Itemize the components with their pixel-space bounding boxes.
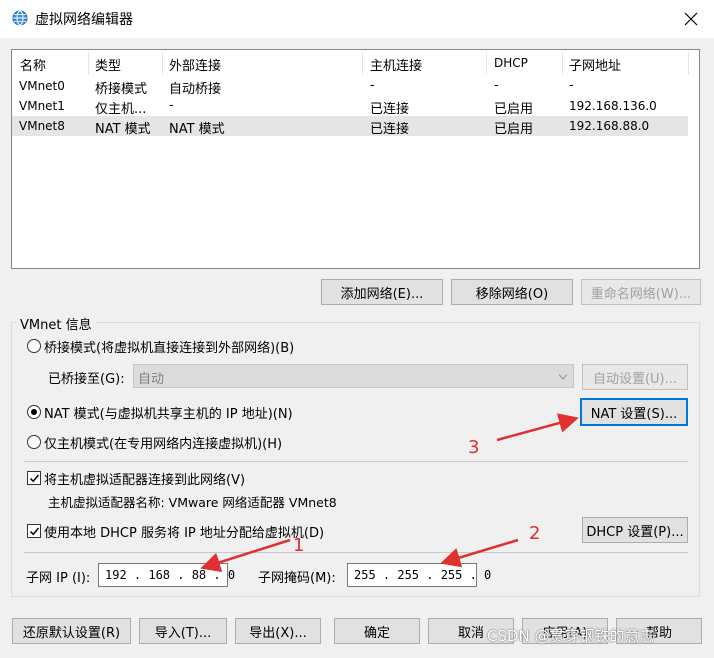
annotation-number-2: 2: [529, 523, 541, 544]
annotation-number-3: 3: [468, 437, 480, 458]
annotation-arrows: [200, 413, 579, 572]
arrow-to-subnet-mask: [440, 538, 519, 568]
watermark: CSDN @贯穿钢铁的意志: [487, 627, 655, 645]
arrow-to-nat-settings: [496, 413, 579, 442]
arrow-to-subnet-ip: [200, 538, 291, 572]
annotation-number-1: 1: [293, 535, 305, 556]
